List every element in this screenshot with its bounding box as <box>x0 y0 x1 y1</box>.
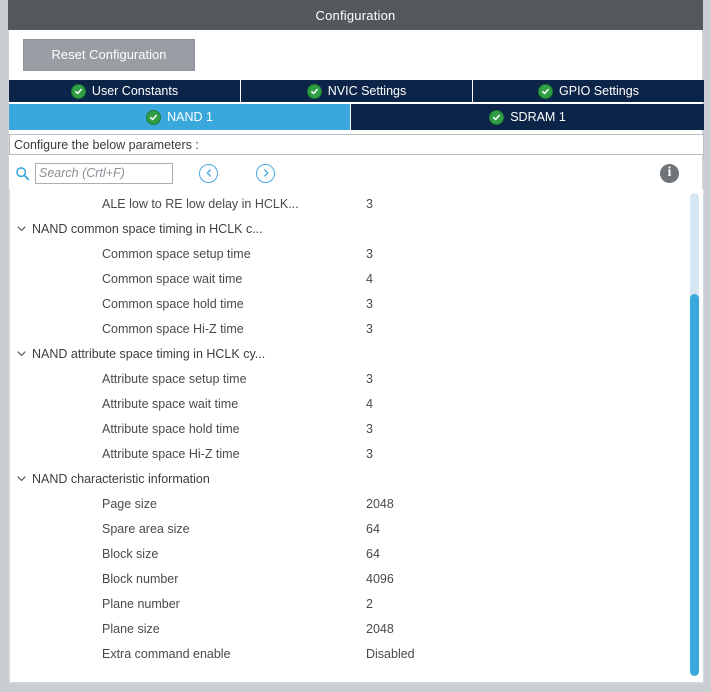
reset-configuration-button[interactable]: Reset Configuration <box>23 39 195 71</box>
tree-parameter-row[interactable]: Attribute space Hi-Z time 3 <box>10 441 688 466</box>
tree-row-label: Attribute space hold time <box>102 421 240 436</box>
tree-row-label: Attribute space wait time <box>102 396 239 411</box>
tree-row-label: Common space hold time <box>102 296 244 311</box>
configure-instruction-bar: Configure the below parameters : <box>9 134 704 155</box>
tree-parameter-row[interactable]: Common space Hi-Z time 3 <box>10 316 688 341</box>
tree-parameter-row[interactable]: Block size 64 <box>10 541 688 566</box>
tree-parameter-row[interactable]: Common space hold time 3 <box>10 291 688 316</box>
tab-user-constants[interactable]: User Constants <box>9 80 241 102</box>
tree-parameter-row[interactable]: Spare area size 64 <box>10 516 688 541</box>
vertical-scrollbar-thumb[interactable] <box>690 294 699 676</box>
tree-row-value[interactable]: 3 <box>366 422 373 436</box>
tree-row-value[interactable]: 4 <box>366 397 373 411</box>
check-circle-icon <box>306 83 322 99</box>
check-circle-icon <box>538 83 554 99</box>
tree-row-value[interactable]: 3 <box>366 297 373 311</box>
chevron-down-icon[interactable] <box>10 473 32 484</box>
search-icon <box>15 166 30 181</box>
tree-row-value[interactable]: 3 <box>366 372 373 386</box>
tab-label: GPIO Settings <box>559 84 639 98</box>
tree-row-label: Spare area size <box>102 521 190 536</box>
tree-group-row[interactable]: NAND attribute space timing in HCLK cy..… <box>10 341 688 366</box>
tree-row-value[interactable]: 3 <box>366 447 373 461</box>
tree-row-value[interactable]: 2048 <box>366 497 394 511</box>
tree-row-label: Attribute space Hi-Z time <box>102 446 240 461</box>
tree-row-value[interactable]: 64 <box>366 522 380 536</box>
tree-row-label: Attribute space setup time <box>102 371 247 386</box>
tree-parameter-row[interactable]: ALE low to RE low delay in HCLK... 3 <box>10 191 688 216</box>
top-toolbar: Reset Configuration <box>9 30 702 80</box>
chevron-down-icon[interactable] <box>10 348 32 359</box>
check-circle-icon <box>70 83 86 99</box>
tree-row-label: Extra command enable <box>102 646 231 661</box>
tab-nvic-settings[interactable]: NVIC Settings <box>241 80 473 102</box>
tree-parameter-row[interactable]: Page size 2048 <box>10 491 688 516</box>
tree-row-label: ALE low to RE low delay in HCLK... <box>102 196 299 211</box>
tree-parameter-row[interactable]: Attribute space hold time 3 <box>10 416 688 441</box>
chevron-down-icon[interactable] <box>10 223 32 234</box>
tree-row-value[interactable]: 3 <box>366 322 373 336</box>
tree-row-value[interactable]: 4096 <box>366 572 394 586</box>
tab-label: NVIC Settings <box>327 84 407 98</box>
check-circle-icon <box>146 109 162 125</box>
window-content: Reset Configuration User Constants NVIC … <box>8 30 704 684</box>
search-previous-button[interactable] <box>199 163 218 183</box>
tree-group-row[interactable]: NAND common space timing in HCLK c... <box>10 216 688 241</box>
tree-row-value[interactable]: 3 <box>366 247 373 261</box>
check-circle-icon <box>489 109 505 125</box>
tree-row-value[interactable]: 2 <box>366 597 373 611</box>
window-title-bar: Configuration <box>8 0 703 30</box>
configuration-window: Configuration Reset Configuration User C… <box>0 0 711 692</box>
tab-bar-secondary: NAND 1 SDRAM 1 <box>9 104 704 130</box>
tab-sdram-1[interactable]: SDRAM 1 <box>351 104 704 130</box>
tree-parameter-row[interactable]: Attribute space setup time 3 <box>10 366 688 391</box>
tree-parameter-row[interactable]: Block number 4096 <box>10 566 688 591</box>
search-toolbar: i <box>9 158 704 188</box>
tree-row-label: NAND characteristic information <box>32 471 210 486</box>
tree-parameter-row[interactable]: Common space setup time 3 <box>10 241 688 266</box>
tree-parameter-row[interactable]: Common space wait time 4 <box>10 266 688 291</box>
tree-row-label: Common space setup time <box>102 246 251 261</box>
tree-parameter-row[interactable]: Extra command enable Disabled <box>10 641 688 666</box>
tab-gpio-settings[interactable]: GPIO Settings <box>473 80 704 102</box>
tree-row-label: Plane number <box>102 596 180 611</box>
tree-row-label: Plane size <box>102 621 160 636</box>
tree-group-row[interactable]: NAND characteristic information <box>10 466 688 491</box>
tree-row-value[interactable]: 4 <box>366 272 373 286</box>
tree-row-label: Block size <box>102 546 159 561</box>
info-icon[interactable]: i <box>660 163 679 183</box>
tree-row-label: Common space Hi-Z time <box>102 321 244 336</box>
parameter-tree: ALE low to RE low delay in HCLK... 3 NAND … <box>10 189 688 666</box>
tree-row-value[interactable]: Disabled <box>366 647 415 661</box>
tree-row-label: Page size <box>102 496 157 511</box>
tree-parameter-row[interactable]: Plane number 2 <box>10 591 688 616</box>
vertical-scrollbar[interactable] <box>690 193 699 676</box>
tree-row-label: NAND common space timing in HCLK c... <box>32 221 263 236</box>
tab-label: User Constants <box>91 84 179 98</box>
tree-row-value[interactable]: 64 <box>366 547 380 561</box>
parameter-tree-panel: ALE low to RE low delay in HCLK... 3 NAND … <box>9 189 704 683</box>
tree-row-label: NAND attribute space timing in HCLK cy..… <box>32 346 266 361</box>
page-title: Configuration <box>315 7 396 23</box>
tab-nand-1[interactable]: NAND 1 <box>9 104 351 130</box>
tree-row-value[interactable]: 2048 <box>366 622 394 636</box>
tab-label: NAND 1 <box>167 110 213 124</box>
tab-label: SDRAM 1 <box>510 110 566 124</box>
tab-bar-primary: User Constants NVIC Settings GPIO Settin… <box>9 80 704 102</box>
tree-parameter-row[interactable]: Attribute space wait time 4 <box>10 391 688 416</box>
tree-row-value[interactable]: 3 <box>366 197 373 211</box>
search-next-button[interactable] <box>256 163 275 183</box>
tree-parameter-row[interactable]: Plane size 2048 <box>10 616 688 641</box>
info-glyph: i <box>667 165 672 180</box>
tree-row-label: Common space wait time <box>102 271 243 286</box>
configure-instruction-text: Configure the below parameters : <box>14 137 199 152</box>
search-input[interactable] <box>35 162 173 184</box>
tree-row-label: Block number <box>102 571 179 586</box>
